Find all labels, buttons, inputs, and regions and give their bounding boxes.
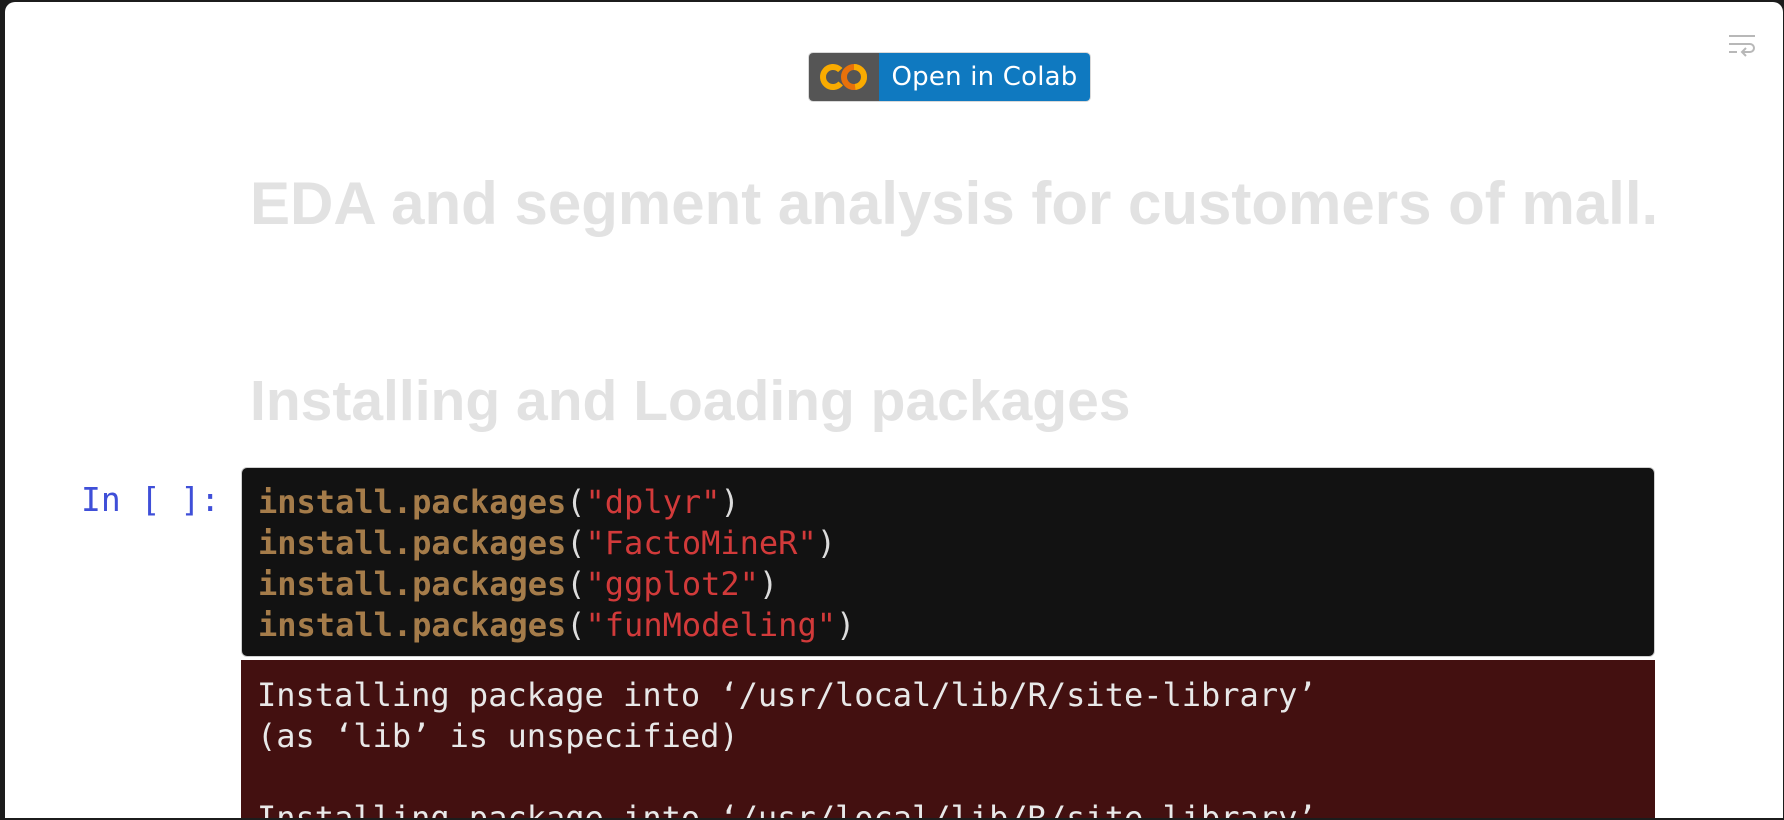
output-line: Installing package into ‘/usr/local/lib/… xyxy=(257,676,1317,714)
section-heading: Installing and Loading packages xyxy=(250,369,1131,433)
notebook-title: EDA and segment analysis for customers o… xyxy=(250,170,1659,237)
output-line: (as ‘lib’ is unspecified) xyxy=(257,717,739,755)
code-paren: ) xyxy=(816,524,836,562)
code-string: "ggplot2" xyxy=(585,565,759,603)
code-cell[interactable]: install.packages("dplyr") install.packag… xyxy=(241,467,1655,657)
code-paren: ( xyxy=(566,606,586,644)
code-paren: ( xyxy=(566,565,586,603)
notebook-viewer: Open in Colab EDA and segment analysis f… xyxy=(5,2,1783,818)
colab-logo xyxy=(809,53,879,101)
code-function: install.packages xyxy=(258,483,567,521)
wrap-lines-icon xyxy=(1729,35,1755,57)
code-string: "funModeling" xyxy=(585,606,836,644)
code-string: "dplyr" xyxy=(585,483,721,521)
colab-logo-icon xyxy=(820,64,867,90)
code-function: install.packages xyxy=(258,565,567,603)
code-paren: ) xyxy=(720,483,740,521)
code-function: install.packages xyxy=(258,524,567,562)
code-line: install.packages("funModeling") xyxy=(258,605,1638,646)
code-line: install.packages("dplyr") xyxy=(258,482,1638,523)
code-function: install.packages xyxy=(258,606,567,644)
code-line: install.packages("FactoMineR") xyxy=(258,523,1638,564)
output-line: Installing package into ‘/usr/local/lib/… xyxy=(257,799,1317,818)
wrap-lines-button[interactable] xyxy=(1727,32,1757,58)
open-in-colab-badge[interactable]: Open in Colab xyxy=(809,53,1090,101)
code-paren: ) xyxy=(835,606,856,644)
code-paren: ( xyxy=(566,524,586,562)
code-line: install.packages("ggplot2") xyxy=(258,564,1638,605)
code-paren: ) xyxy=(758,565,779,603)
cell-prompt: In [ ]: xyxy=(81,480,221,519)
cell-output-stderr: Installing package into ‘/usr/local/lib/… xyxy=(241,660,1655,818)
code-string: "FactoMineR" xyxy=(585,524,817,562)
open-in-colab-label: Open in Colab xyxy=(879,53,1090,101)
code-paren: ( xyxy=(566,483,586,521)
